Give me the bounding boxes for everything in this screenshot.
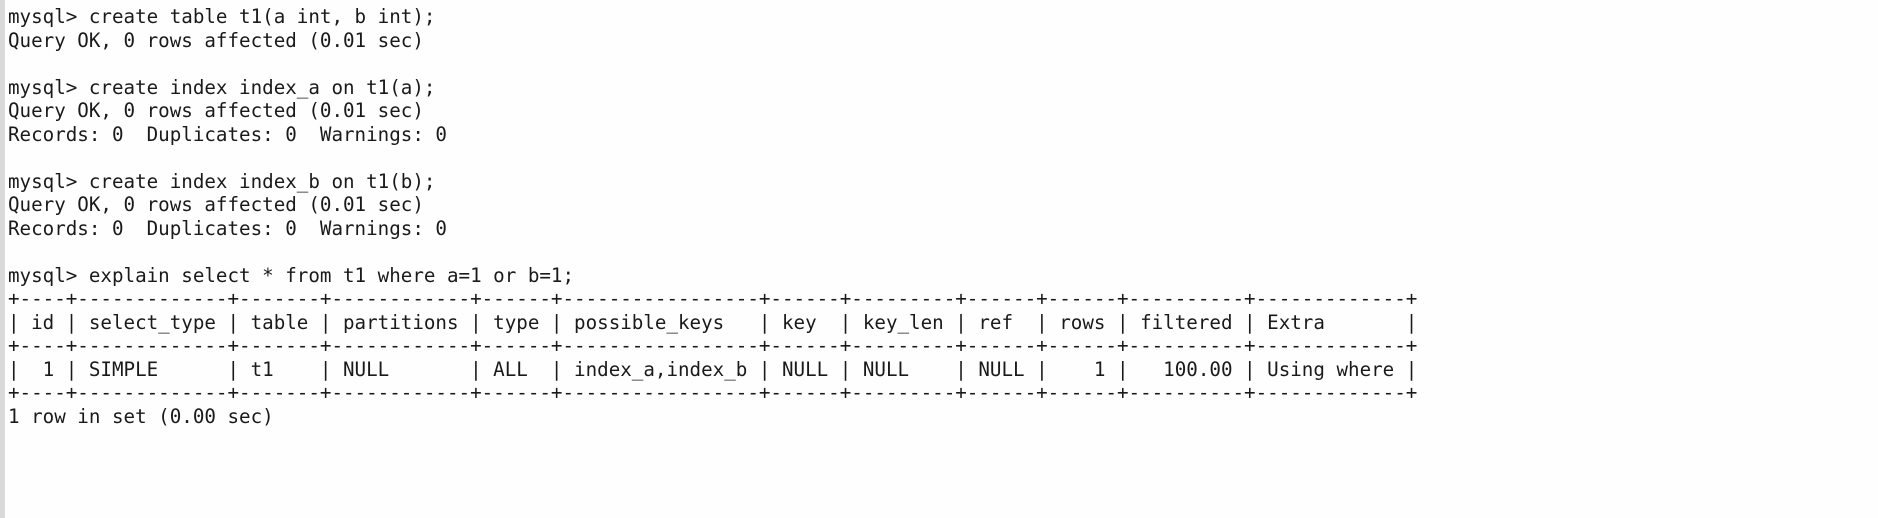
mysql-terminal-window[interactable]: mysql> create table t1(a int, b int); Qu… [0,0,1878,518]
terminal-output-text: mysql> create table t1(a int, b int); Qu… [8,5,1418,428]
